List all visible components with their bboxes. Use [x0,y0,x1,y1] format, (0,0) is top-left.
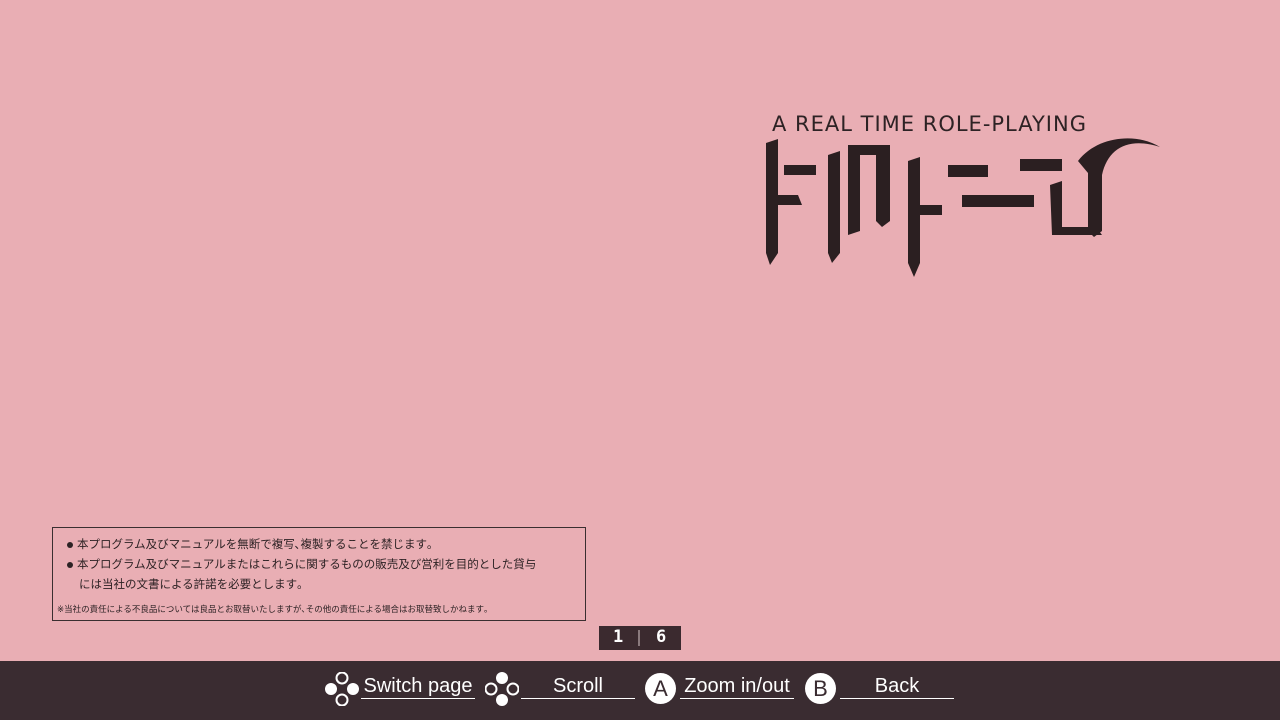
scroll-label: Scroll [521,674,635,699]
copyright-notice: 本プログラム及びマニュアルを無断で複写､複製することを禁じます｡ 本プログラム及… [52,527,586,621]
zoom-label: Zoom in/out [680,674,794,699]
bullet-icon [67,541,73,548]
page-indicator: 1 6 [599,626,681,650]
total-pages: 6 [656,627,667,647]
notice-line-3: には当社の文書による許諾を必要とします｡ [79,577,303,591]
notice-line-1: 本プログラム及びマニュアルを無断で複写､複製することを禁じます｡ [77,537,433,551]
controls-bar: Switch page Scroll A Zoom in/out B Back [0,661,1280,720]
bullet-icon [67,561,73,568]
cover-subtitle: A REAL TIME ROLE-PLAYING [772,112,1087,136]
dpad-up-down-icon [485,672,519,706]
back-label: Back [840,674,954,699]
dpad-left-right-icon [325,672,359,706]
notice-footnote: ※当社の責任による不良品については良品とお取替いたしますが､その他の責任による場… [57,605,489,615]
b-button-icon: B [805,673,836,704]
a-button-icon: A [645,673,676,704]
manual-page: A REAL TIME ROLE-PLAYING 本プログラム及びマニュアルを無… [0,0,1280,661]
game-logo [766,138,1160,277]
switch-page-label: Switch page [361,674,475,699]
notice-line-2: 本プログラム及びマニュアルまたはこれらに関するものの販売及び営利を目的とした貸与 [77,557,537,571]
current-page: 1 [613,627,624,647]
page-separator [638,630,640,646]
